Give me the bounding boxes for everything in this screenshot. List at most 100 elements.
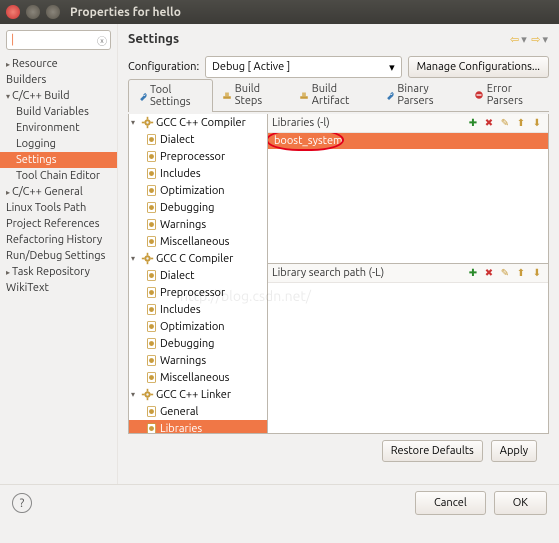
tool-icon — [137, 90, 147, 102]
page-icon — [145, 422, 158, 434]
page-icon — [145, 201, 158, 214]
tool-settings-tree[interactable]: ▾GCC C++ CompilerDialectPreprocessorIncl… — [128, 114, 268, 434]
close-icon[interactable] — [6, 5, 20, 19]
apply-button[interactable]: Apply — [491, 440, 537, 462]
tool-item-debugging[interactable]: Debugging — [129, 335, 267, 352]
ok-button[interactable]: OK — [494, 491, 547, 515]
nav-item-task-repository[interactable]: Task Repository — [0, 264, 117, 280]
nav-item-resource[interactable]: Resource — [0, 56, 117, 72]
configuration-label: Configuration: — [128, 61, 199, 73]
tool-item-dialect[interactable]: Dialect — [129, 267, 267, 284]
nav-item-c-c-general[interactable]: C/C++ General — [0, 184, 117, 200]
nav-item-build-variables[interactable]: Build Variables — [0, 104, 117, 120]
tool-item-miscellaneous[interactable]: Miscellaneous — [129, 233, 267, 250]
minimize-icon[interactable] — [26, 5, 40, 19]
page-nav-arrows[interactable]: ⇦▾ ⇨▾ — [509, 33, 549, 46]
tool-item-general[interactable]: General — [129, 403, 267, 420]
down-icon[interactable]: ⬇ — [530, 116, 544, 130]
tool-item-optimization[interactable]: Optimization — [129, 182, 267, 199]
page-icon — [145, 269, 158, 282]
page-icon — [145, 184, 158, 197]
cancel-button[interactable]: Cancel — [415, 491, 486, 515]
up-icon[interactable]: ⬆ — [514, 116, 528, 130]
page-icon — [145, 218, 158, 231]
nav-item-project-references[interactable]: Project References — [0, 216, 117, 232]
gear-icon — [141, 116, 154, 129]
edit-icon[interactable]: ✎ — [498, 266, 512, 280]
nav-item-logging[interactable]: Logging — [0, 136, 117, 152]
nav-item-linux-tools-path[interactable]: Linux Tools Path — [0, 200, 117, 216]
page-icon — [145, 235, 158, 248]
page-icon — [145, 371, 158, 384]
tool-item-gcc-c-compiler[interactable]: ▾GCC C++ Compiler — [129, 114, 267, 131]
tab-error-parsers[interactable]: Error Parsers — [465, 78, 549, 111]
page-icon — [145, 320, 158, 333]
build-icon — [222, 89, 232, 101]
libraries-panel-title: Libraries (-l) — [272, 117, 330, 129]
tool-item-debugging[interactable]: Debugging — [129, 199, 267, 216]
nav-item-c-c-build[interactable]: C/C++ Build — [0, 88, 117, 104]
window-title: Properties for hello — [70, 6, 181, 19]
tab-build-steps[interactable]: Build Steps — [213, 78, 290, 111]
tool-item-preprocessor[interactable]: Preprocessor — [129, 148, 267, 165]
library-search-path-list[interactable] — [268, 283, 548, 433]
tool-item-warnings[interactable]: Warnings — [129, 216, 267, 233]
category-tree[interactable]: ResourceBuildersC/C++ BuildBuild Variabl… — [0, 56, 117, 296]
tool-item-includes[interactable]: Includes — [129, 301, 267, 318]
tool-item-gcc-c-compiler[interactable]: ▾GCC C Compiler — [129, 250, 267, 267]
page-icon — [145, 354, 158, 367]
page-icon — [145, 286, 158, 299]
delete-icon[interactable]: ✖ — [482, 266, 496, 280]
window-titlebar: Properties for hello — [0, 0, 559, 24]
nav-item-environment[interactable]: Environment — [0, 120, 117, 136]
manage-configurations-button[interactable]: Manage Configurations... — [408, 56, 549, 78]
filter-input[interactable]: | ⓧ — [6, 30, 111, 50]
page-icon — [145, 405, 158, 418]
add-icon[interactable]: ✚ — [466, 116, 480, 130]
nav-item-builders[interactable]: Builders — [0, 72, 117, 88]
nav-item-wikitext[interactable]: WikiText — [0, 280, 117, 296]
libraries-list[interactable]: boost_system — [268, 133, 548, 263]
nav-item-run-debug-settings[interactable]: Run/Debug Settings — [0, 248, 117, 264]
tab-build-artifact[interactable]: Build Artifact — [290, 78, 376, 111]
tool-item-includes[interactable]: Includes — [129, 165, 267, 182]
tool-item-optimization[interactable]: Optimization — [129, 318, 267, 335]
restore-defaults-button[interactable]: Restore Defaults — [382, 440, 483, 462]
list-item[interactable]: boost_system — [268, 133, 548, 149]
tab-bar[interactable]: Tool SettingsBuild StepsBuild ArtifactBi… — [128, 88, 549, 112]
settings-pane: Settings ⇦▾ ⇨▾ Configuration: Debug [ Ac… — [118, 24, 559, 484]
tool-item-preprocessor[interactable]: Preprocessor — [129, 284, 267, 301]
edit-icon[interactable]: ✎ — [498, 116, 512, 130]
clear-icon[interactable]: ⓧ — [97, 33, 107, 48]
build-icon — [299, 89, 309, 101]
tool-item-miscellaneous[interactable]: Miscellaneous — [129, 369, 267, 386]
tool-item-gcc-c-linker[interactable]: ▾GCC C++ Linker — [129, 386, 267, 403]
page-icon — [145, 337, 158, 350]
configuration-select[interactable]: Debug [ Active ] ▾ — [205, 56, 401, 78]
tool-item-warnings[interactable]: Warnings — [129, 352, 267, 369]
up-icon[interactable]: ⬆ — [514, 266, 528, 280]
chevron-down-icon: ▾ — [389, 61, 395, 74]
tool-item-dialect[interactable]: Dialect — [129, 131, 267, 148]
library-search-path-title: Library search path (-L) — [272, 267, 384, 279]
gear-icon — [141, 388, 154, 401]
tool-icon — [384, 89, 394, 101]
err-icon — [474, 89, 484, 101]
highlight-circle — [268, 133, 344, 151]
maximize-icon[interactable] — [46, 5, 60, 19]
forward-icon[interactable]: ⇨ — [531, 34, 540, 46]
gear-icon — [141, 252, 154, 265]
down-icon[interactable]: ⬇ — [530, 266, 544, 280]
nav-item-refactoring-history[interactable]: Refactoring History — [0, 232, 117, 248]
back-icon[interactable]: ⇦ — [510, 34, 519, 46]
add-icon[interactable]: ✚ — [466, 266, 480, 280]
libraries-panel: Libraries (-l) ✚✖✎⬆⬇ boost_system — [268, 114, 548, 264]
page-icon — [145, 167, 158, 180]
tool-item-libraries[interactable]: Libraries — [129, 420, 267, 434]
delete-icon[interactable]: ✖ — [482, 116, 496, 130]
nav-item-tool-chain-editor[interactable]: Tool Chain Editor — [0, 168, 117, 184]
nav-item-settings[interactable]: Settings — [0, 152, 117, 168]
tab-tool-settings[interactable]: Tool Settings — [128, 79, 213, 112]
tab-binary-parsers[interactable]: Binary Parsers — [375, 78, 464, 111]
help-icon[interactable]: ? — [12, 493, 32, 513]
